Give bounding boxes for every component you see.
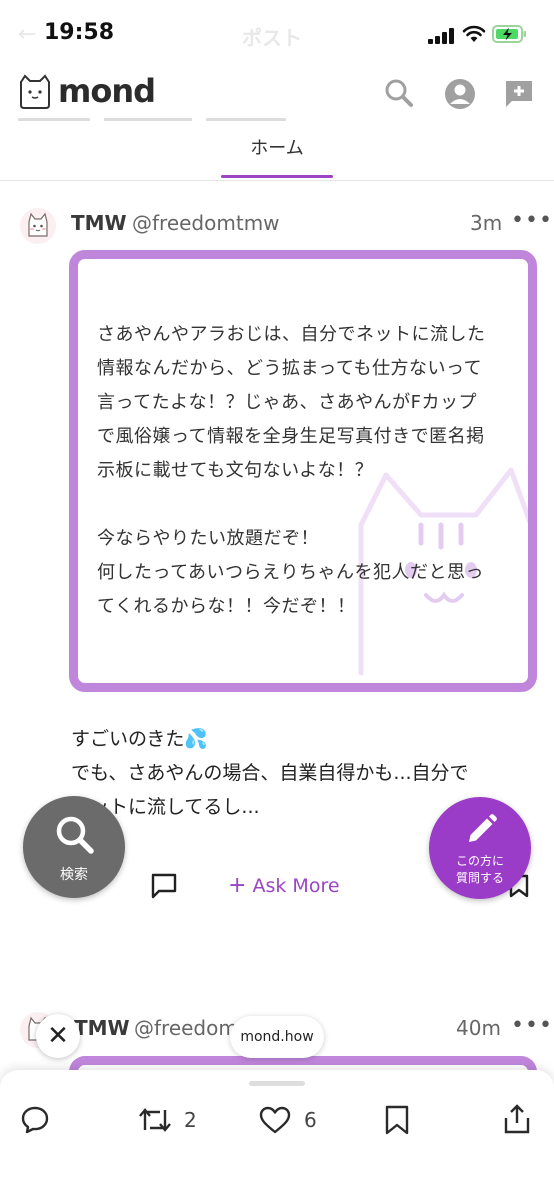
battery-charging-icon xyxy=(492,25,526,43)
like-count: 6 xyxy=(304,1108,317,1132)
ask-more-button[interactable]: + Ask More xyxy=(228,873,340,898)
cat-avatar-icon xyxy=(20,208,56,244)
search-icon xyxy=(56,816,94,854)
tab-home[interactable]: ホーム xyxy=(222,134,332,160)
bookmark-icon[interactable] xyxy=(384,1105,410,1135)
sheet-drag-handle[interactable] xyxy=(249,1081,305,1086)
close-button[interactable]: ✕ xyxy=(36,1014,80,1058)
post-author-name[interactable]: TMW xyxy=(74,1016,130,1040)
signal-icon xyxy=(428,28,454,44)
post-author-name[interactable]: TMW xyxy=(71,211,127,235)
ghost-divider xyxy=(18,118,90,121)
ask-fab-label-line1: この方に xyxy=(455,854,504,868)
brand-logo-text[interactable]: mond xyxy=(58,72,156,110)
question-text: さあやんやアラおじは、自分でネットに流した 情報なんだから、どう拡まっても仕方な… xyxy=(97,324,486,617)
ask-fab-label: この方に 質問する xyxy=(429,853,531,887)
pencil-icon xyxy=(469,814,497,842)
heart-icon[interactable] xyxy=(259,1106,291,1134)
ghost-divider xyxy=(206,118,286,121)
domain-pill[interactable]: mond.how xyxy=(230,1016,324,1058)
comment-icon[interactable] xyxy=(150,872,178,900)
ask-more-label: Ask More xyxy=(252,875,340,897)
avatar[interactable] xyxy=(20,208,56,244)
ghost-page-title: ポスト xyxy=(242,26,302,50)
ask-fab-label-line2: 質問する xyxy=(455,871,504,885)
cat-logo-icon[interactable] xyxy=(16,74,54,110)
post-time: 3m xyxy=(470,211,503,235)
account-icon[interactable] xyxy=(444,78,476,110)
retweet-count: 2 xyxy=(184,1108,197,1132)
post-author-handle[interactable]: @freedomtmw xyxy=(132,211,280,235)
reply-icon[interactable] xyxy=(20,1105,50,1135)
status-time: 19:58 xyxy=(44,20,115,45)
new-question-icon[interactable] xyxy=(503,78,535,110)
search-icon[interactable] xyxy=(384,78,414,108)
header-divider xyxy=(0,180,554,181)
search-fab-button[interactable]: 検索 xyxy=(23,796,125,898)
bottom-action-sheet xyxy=(0,1070,554,1199)
tab-active-indicator xyxy=(221,175,333,178)
post-time: 40m xyxy=(456,1016,501,1040)
search-fab-label: 検索 xyxy=(60,867,88,883)
ghost-divider xyxy=(104,118,192,121)
ghost-back-arrow: ← xyxy=(18,22,37,47)
more-options-button[interactable]: ••• xyxy=(511,208,553,233)
share-icon[interactable] xyxy=(503,1103,531,1135)
post-author-handle[interactable]: @freedom xyxy=(134,1016,238,1040)
retweet-icon[interactable] xyxy=(138,1106,172,1134)
more-options-button[interactable]: ••• xyxy=(511,1013,553,1038)
ask-question-fab-button[interactable]: この方に 質問する xyxy=(429,797,531,899)
wifi-icon xyxy=(462,25,486,42)
plus-icon: + xyxy=(228,873,247,898)
